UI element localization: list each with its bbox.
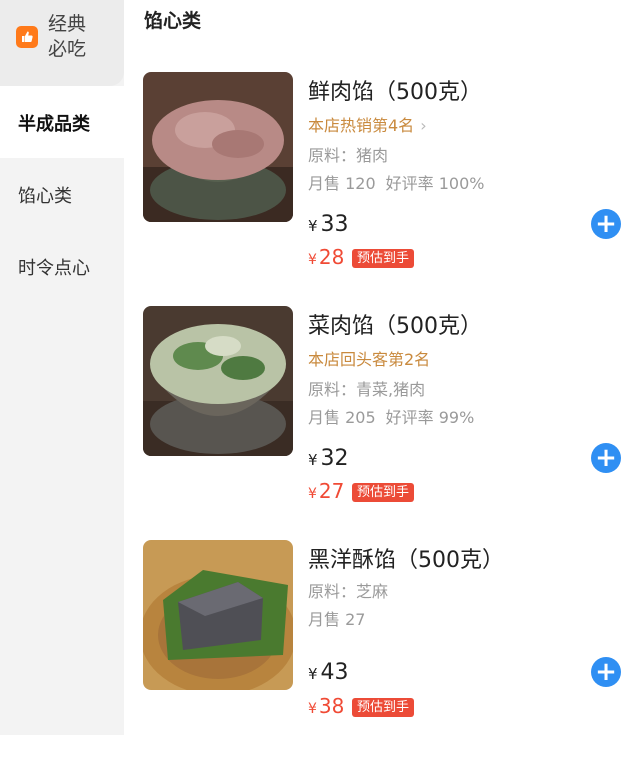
rank-text[interactable]: 本店回头客第2名 [308,346,430,370]
discount-price-value: 27 [318,479,345,503]
discount-price: ¥27 [308,479,344,503]
currency-symbol: ¥ [308,701,317,717]
category-sidebar: 经典 必吃 半成品类 馅心类 时令点心 [0,0,124,735]
sidebar-item-featured[interactable]: 经典 必吃 [0,0,124,86]
product-list: 馅心类 鲜肉馅（500克） 本店热销第4名 › 原料：猪肉 月售 120 好评率 1… [124,0,635,735]
section-title: 馅心类 [144,10,202,32]
rating: 好评率 99% [385,408,475,427]
sidebar-item-fillings[interactable]: 馅心类 [0,158,124,230]
plus-icon: + [595,657,617,687]
product-stats: 月售 120 好评率 100% [308,170,484,194]
product-photo[interactable] [143,306,293,456]
sidebar-item-label: 馅心类 [18,186,72,207]
plus-icon: + [595,443,617,473]
product-ingredients: 原料：猪肉 [308,146,389,165]
original-price: ¥43 [308,660,349,685]
sidebar-item-featured-line1: 经典 [48,13,87,35]
thumbs-up-icon [16,26,38,48]
product-card[interactable]: 鲜肉馅（500克） 本店热销第4名 › 原料：猪肉 月售 120 好评率 100% … [124,72,635,297]
chevron-right-icon: › [420,116,427,135]
plus-icon: + [595,209,617,239]
monthly-sales: 月售 27 [308,610,366,629]
product-card[interactable]: 黑洋酥馅（500克） 原料：芝麻 月售 27 ¥43 ¥38 预估到手 + [124,540,635,765]
product-ingredients: 原料：青菜,猪肉 [308,380,426,399]
discount-price: ¥28 [308,245,344,269]
rank-text: 本店热销第4名 [308,116,415,135]
discount-tag: 预估到手 [352,698,415,717]
product-photo[interactable] [143,72,293,222]
original-price: ¥33 [308,212,349,237]
price-value: 43 [320,660,349,685]
monthly-sales: 月售 120 [308,174,376,193]
price-value: 32 [320,446,349,471]
currency-symbol: ¥ [308,252,317,268]
rating: 好评率 100% [385,174,485,193]
add-to-cart-button[interactable]: + [591,443,621,473]
discount-price: ¥38 [308,694,344,718]
currency-symbol: ¥ [308,217,318,235]
rank-link[interactable]: 本店热销第4名 › [308,112,427,136]
product-stats: 月售 205 好评率 99% [308,404,474,428]
product-ingredients: 原料：芝麻 [308,582,389,601]
sidebar-item-seasonal-snacks[interactable]: 时令点心 [0,230,124,302]
discount-price-value: 28 [318,245,345,269]
add-to-cart-button[interactable]: + [591,209,621,239]
discount-tag: 预估到手 [352,249,415,268]
sidebar-item-semi-finished[interactable]: 半成品类 [0,86,124,158]
monthly-sales: 月售 205 [308,408,376,427]
currency-symbol: ¥ [308,486,317,502]
currency-symbol: ¥ [308,665,318,683]
product-card[interactable]: 菜肉馅（500克） 本店回头客第2名 原料：青菜,猪肉 月售 205 好评率 99… [124,306,635,531]
product-photo[interactable] [143,540,293,690]
discount-price-value: 38 [318,694,345,718]
sidebar-item-label: 时令点心 [18,258,90,279]
add-to-cart-button[interactable]: + [591,657,621,687]
product-stats: 月售 27 [308,606,365,630]
original-price: ¥32 [308,446,349,471]
currency-symbol: ¥ [308,451,318,469]
discount-tag: 预估到手 [352,483,415,502]
product-name: 黑洋酥馅（500克） [308,548,504,573]
sidebar-item-label: 半成品类 [18,114,90,135]
product-name: 鲜肉馅（500克） [308,80,482,105]
product-name: 菜肉馅（500克） [308,314,482,339]
sidebar-item-featured-line2: 必吃 [48,38,87,60]
price-value: 33 [320,212,349,237]
